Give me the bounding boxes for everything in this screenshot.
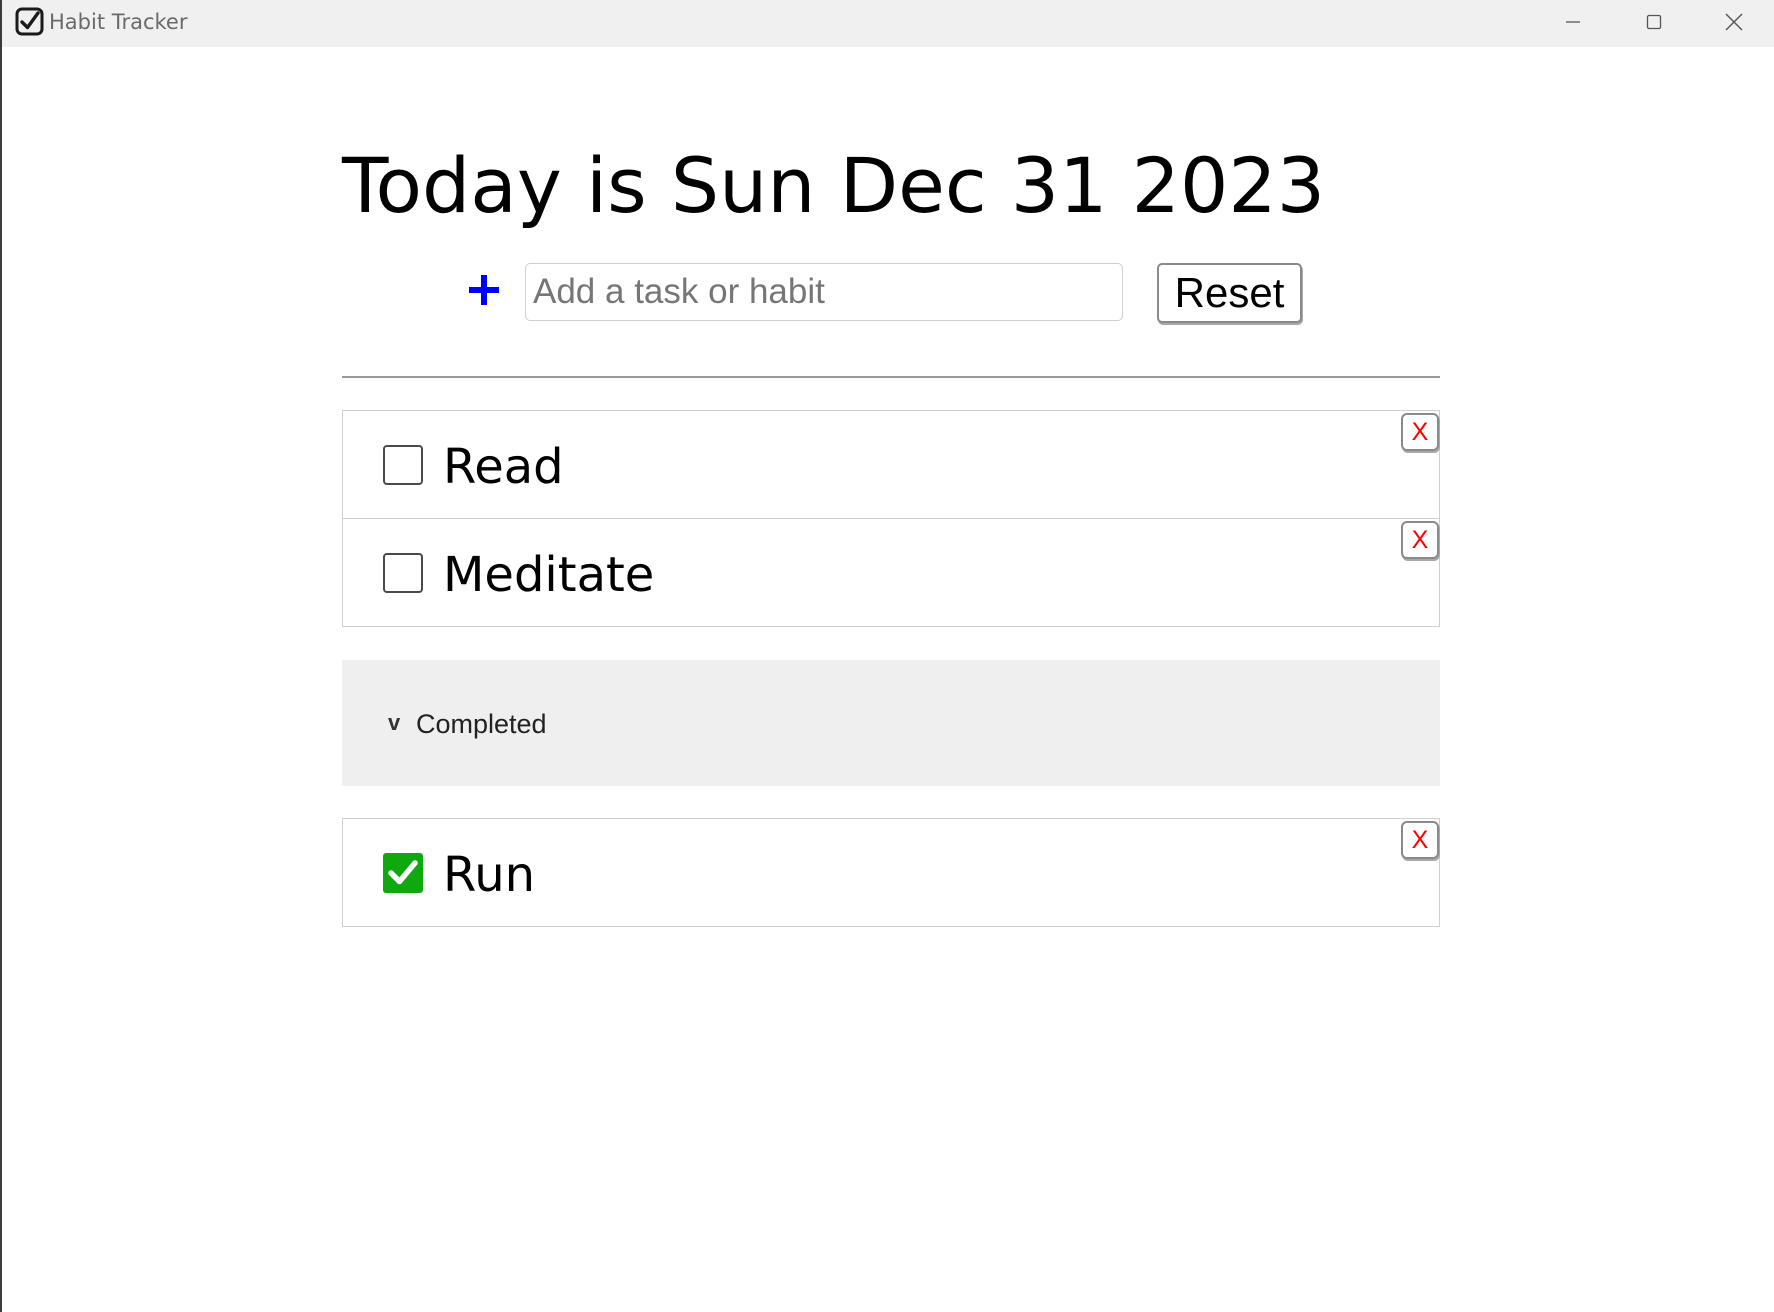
checkmark-icon <box>388 860 418 885</box>
app-window: Habit Tracker Today is Sun Dec 31 2023 R… <box>0 0 1774 1312</box>
task-label: Run <box>443 847 536 903</box>
close-icon <box>1725 13 1743 35</box>
completed-section-toggle[interactable]: v Completed <box>342 660 1440 786</box>
maximize-button[interactable] <box>1614 0 1694 47</box>
plus-icon[interactable] <box>466 272 502 308</box>
delete-task-button[interactable]: X <box>1401 521 1439 559</box>
title-bar[interactable]: Habit Tracker <box>2 0 1774 47</box>
close-window-button[interactable] <box>1694 0 1774 47</box>
task-checkbox[interactable] <box>383 445 423 485</box>
task-checkbox-checked[interactable] <box>383 853 423 893</box>
maximize-icon <box>1646 14 1662 34</box>
window-title: Habit Tracker <box>49 10 188 34</box>
delete-task-button[interactable]: X <box>1401 821 1439 859</box>
minimize-icon <box>1565 14 1581 34</box>
checkbox-check-icon <box>15 7 44 36</box>
add-task-input[interactable] <box>525 263 1123 321</box>
task-item: Read X <box>342 410 1440 519</box>
task-label: Read <box>443 439 564 495</box>
reset-button[interactable]: Reset <box>1157 263 1302 323</box>
task-checkbox[interactable] <box>383 553 423 593</box>
divider <box>342 376 1440 378</box>
task-item: Meditate X <box>342 518 1440 627</box>
page-title: Today is Sun Dec 31 2023 <box>342 141 1326 230</box>
completed-task-item: Run X <box>342 818 1440 927</box>
completed-section-label: Completed <box>416 709 547 739</box>
delete-task-button[interactable]: X <box>1401 413 1439 451</box>
minimize-button[interactable] <box>1533 0 1613 47</box>
chevron-down-icon: v <box>388 710 401 735</box>
task-label: Meditate <box>443 547 655 603</box>
